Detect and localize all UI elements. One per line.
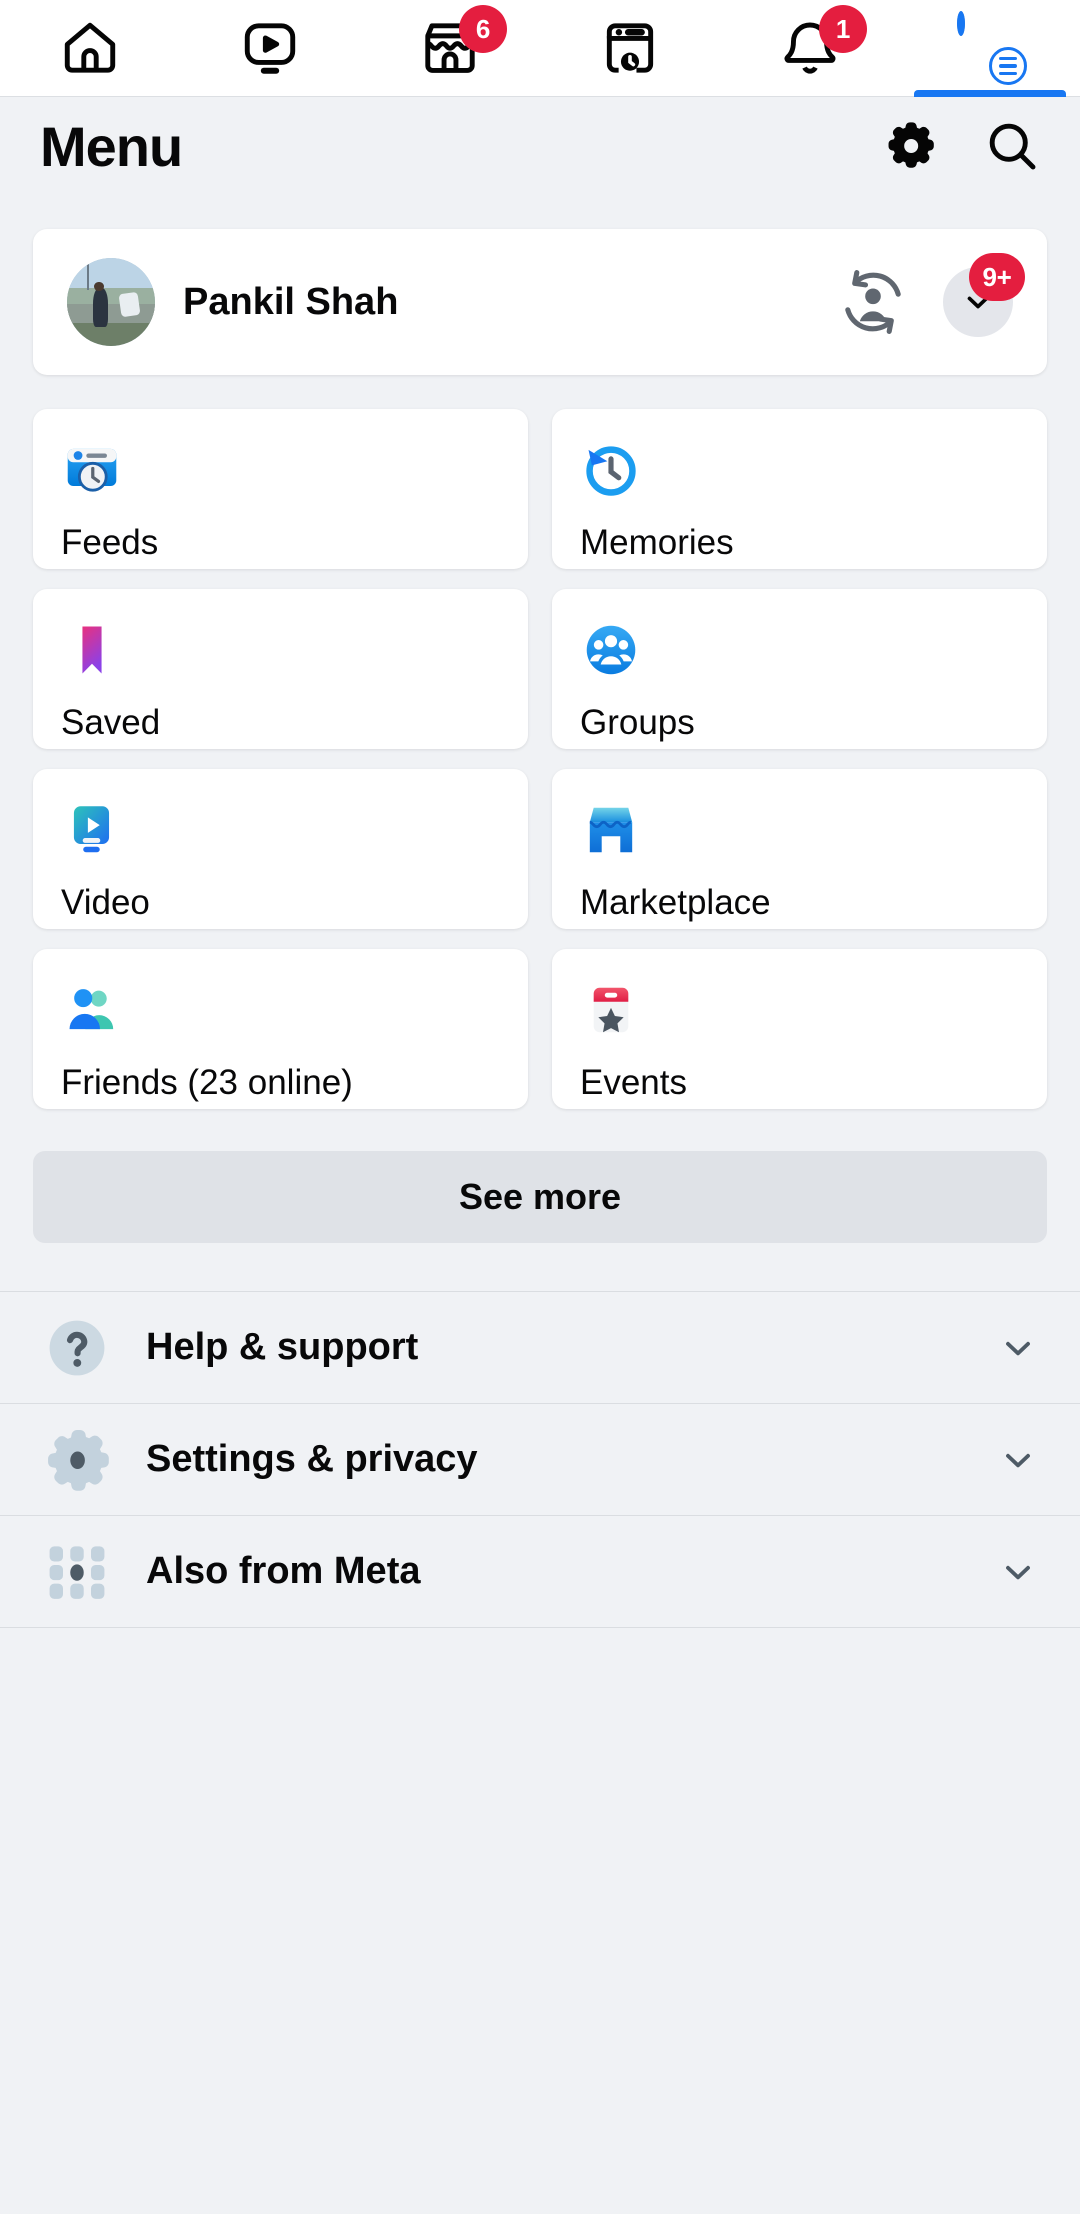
- tile-label: Friends (23 online): [61, 1063, 353, 1102]
- tile-label: Video: [61, 883, 150, 922]
- tile-groups[interactable]: Groups: [552, 589, 1047, 749]
- expand-profile-button[interactable]: 9+: [943, 253, 1025, 337]
- menu-content: Pankil Shah 9+ Feeds Memories Saved Grou…: [0, 229, 1080, 1243]
- tab-notifications[interactable]: 1: [720, 0, 900, 97]
- tile-label: Events: [580, 1063, 687, 1102]
- tile-saved[interactable]: Saved: [33, 589, 528, 749]
- list-item-label: Settings & privacy: [146, 1438, 478, 1480]
- tile-events[interactable]: Events: [552, 949, 1047, 1109]
- marketplace-icon: 6: [419, 5, 507, 79]
- search-icon[interactable]: [984, 118, 1040, 174]
- active-tab-indicator: [914, 89, 1066, 97]
- memories-icon: [580, 439, 1019, 501]
- gear-icon: [42, 1425, 112, 1495]
- tab-badge-notifications: 1: [819, 5, 867, 53]
- meta-apps-grid-icon: [42, 1537, 112, 1607]
- friends-icon: [61, 979, 500, 1041]
- chevron-down-icon[interactable]: [998, 1328, 1038, 1368]
- list-item-label: Help & support: [146, 1326, 419, 1368]
- tab-video[interactable]: [180, 0, 360, 97]
- tile-friends[interactable]: Friends (23 online): [33, 949, 528, 1109]
- bottom-list: Help & support Settings & privacy Also f…: [0, 1291, 1080, 1628]
- chevron-down-icon[interactable]: [998, 1552, 1038, 1592]
- feeds-icon: [61, 439, 500, 501]
- list-item-settings-privacy[interactable]: Settings & privacy: [0, 1404, 1080, 1516]
- saved-bookmark-icon: [61, 619, 500, 681]
- news-icon: [599, 17, 661, 79]
- tile-label: Saved: [61, 703, 161, 742]
- home-icon: [59, 17, 121, 79]
- list-item-help-support[interactable]: Help & support: [0, 1292, 1080, 1404]
- tab-news[interactable]: [540, 0, 720, 97]
- tab-marketplace[interactable]: 6: [360, 0, 540, 97]
- video-play-icon: [61, 799, 500, 861]
- tile-label: Marketplace: [580, 883, 771, 922]
- tab-badge-marketplace: 6: [459, 5, 507, 53]
- profile-name: Pankil Shah: [183, 280, 399, 323]
- chevron-down-icon[interactable]: [998, 1440, 1038, 1480]
- tile-video[interactable]: Video: [33, 769, 528, 929]
- list-item-label: Also from Meta: [146, 1550, 421, 1592]
- tab-home[interactable]: [0, 0, 180, 97]
- menu-tile-grid: Feeds Memories Saved Groups Video Market…: [33, 409, 1047, 1109]
- list-item-also-from-meta[interactable]: Also from Meta: [0, 1516, 1080, 1628]
- profile-badge: 9+: [969, 253, 1025, 301]
- top-navigation-bar: 6 1: [0, 0, 1080, 97]
- profile-avatar: [67, 258, 155, 346]
- tab-menu-profile[interactable]: [900, 0, 1080, 97]
- tile-feeds[interactable]: Feeds: [33, 409, 528, 569]
- events-calendar-icon: [580, 979, 1019, 1041]
- page-header: Menu: [0, 97, 1080, 195]
- video-icon: [239, 17, 301, 79]
- marketplace-store-icon: [580, 799, 1019, 861]
- bell-icon: 1: [779, 5, 867, 79]
- gear-icon[interactable]: [882, 118, 938, 174]
- groups-icon: [580, 619, 1019, 681]
- avatar-menu-icon: [957, 11, 1027, 85]
- page-title: Menu: [40, 114, 183, 178]
- hamburger-menu-icon: [989, 47, 1027, 85]
- see-more-button[interactable]: See more: [33, 1151, 1047, 1243]
- tile-marketplace[interactable]: Marketplace: [552, 769, 1047, 929]
- profile-card[interactable]: Pankil Shah 9+: [33, 229, 1047, 375]
- tile-label: Groups: [580, 703, 695, 742]
- tile-memories[interactable]: Memories: [552, 409, 1047, 569]
- switch-account-icon[interactable]: [837, 266, 909, 338]
- avatar: [957, 11, 965, 36]
- tile-label: Memories: [580, 523, 734, 562]
- question-mark-icon: [42, 1313, 112, 1383]
- tile-label: Feeds: [61, 523, 159, 562]
- header-actions: [882, 118, 1040, 174]
